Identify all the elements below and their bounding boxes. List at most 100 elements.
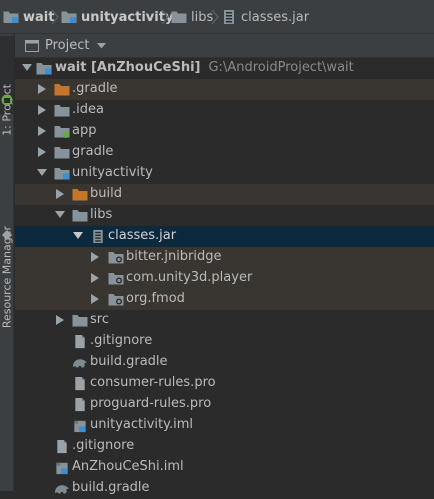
package-icon (108, 292, 124, 307)
tree-item-label: .gitignore (90, 333, 153, 348)
breadcrumb: wait unityactivity libs classes.jar (0, 0, 434, 34)
breadcrumb-item-unityactivity[interactable]: unityactivity (61, 0, 173, 34)
iml-icon (72, 418, 88, 433)
iml-icon (54, 460, 70, 475)
tree-item-label: unityactivity.iml (90, 417, 193, 432)
expanded-arrow-icon[interactable] (55, 211, 65, 219)
tree-row-gradle[interactable]: gradle (15, 142, 434, 163)
tree-row-anzhouceshi-iml[interactable]: AnZhouCeShi.iml (15, 457, 434, 478)
tree-row-gitignore-root[interactable]: .gitignore (15, 436, 434, 457)
file-icon (72, 397, 88, 412)
tree-item-label: AnZhouCeShi.iml (72, 459, 184, 474)
tree-row-app[interactable]: app (15, 121, 434, 142)
chevron-right-icon (211, 9, 219, 25)
resource-manager-tab[interactable]: Resource Manager (0, 128, 14, 328)
collapsed-arrow-icon[interactable] (38, 126, 46, 136)
tree-row-consumer-rules[interactable]: consumer-rules.pro (15, 373, 434, 394)
collapsed-arrow-icon[interactable] (38, 84, 46, 94)
breadcrumb-label: unityactivity (81, 9, 174, 25)
tree-item-label: bitter.jnibridge (126, 249, 222, 264)
tree-row-libs[interactable]: libs (15, 205, 434, 226)
tree-row-build-gradle-root[interactable]: build.gradle (15, 478, 434, 499)
tree-item-label: libs (90, 207, 113, 222)
folder-icon (72, 313, 88, 328)
package-icon (108, 271, 124, 286)
tree-row-root[interactable]: wait [AnZhouCeShi] G:\AndroidProject\wait (15, 58, 434, 79)
folder-icon (54, 145, 70, 160)
tree-row-org-fmod[interactable]: org.fmod (15, 289, 434, 310)
folder-orange-icon (72, 187, 88, 202)
tree-row-src[interactable]: src (15, 310, 434, 331)
tree-item-label: org.fmod (126, 291, 185, 306)
gradle-icon (72, 355, 88, 370)
file-icon (54, 439, 70, 454)
tree-row-proguard-rules[interactable]: proguard-rules.pro (15, 394, 434, 415)
folder-icon (72, 208, 88, 223)
tree-item-label: build.gradle (90, 354, 168, 369)
tree-root-label: wait [AnZhouCeShi] G:\AndroidProject\wait (55, 60, 354, 75)
tree-row-build-gradle-module[interactable]: build.gradle (15, 352, 434, 373)
file-icon (72, 376, 88, 391)
android-icon (1, 94, 13, 106)
project-panel-header: Project (15, 34, 434, 58)
tree-item-label: proguard-rules.pro (90, 396, 212, 411)
chevron-right-icon (51, 9, 59, 25)
module-folder-icon (36, 61, 52, 76)
tree-item-label: com.unity3d.player (126, 270, 253, 285)
breadcrumb-item-classes-jar[interactable]: classes.jar (221, 0, 309, 34)
folder-icon (171, 10, 187, 24)
tree-row-unityactivity[interactable]: unityactivity (15, 163, 434, 184)
tree-row-gitignore-module[interactable]: .gitignore (15, 331, 434, 352)
tree-item-label: build (90, 186, 122, 201)
collapsed-arrow-icon[interactable] (56, 315, 64, 325)
tree-item-label: src (90, 312, 109, 327)
jar-icon (221, 9, 237, 25)
collapsed-arrow-icon[interactable] (38, 147, 46, 157)
collapsed-arrow-icon[interactable] (91, 252, 99, 262)
breadcrumb-item-libs[interactable]: libs (171, 0, 213, 34)
breadcrumb-label: wait (23, 9, 55, 25)
tree-row-unityactivity-iml[interactable]: unityactivity.iml (15, 415, 434, 436)
tree-row-gradle-cache[interactable]: .gradle (15, 79, 434, 100)
tree-item-label: .gradle (72, 81, 118, 96)
gradle-icon (54, 481, 70, 496)
expanded-arrow-icon[interactable] (73, 232, 83, 240)
module-folder-icon (54, 124, 70, 139)
collapsed-arrow-icon[interactable] (38, 105, 46, 115)
file-icon (72, 334, 88, 349)
breadcrumb-item-wait[interactable]: wait (3, 0, 54, 34)
tree-item-label: classes.jar (108, 228, 177, 243)
tree-item-label: unityactivity (72, 165, 153, 180)
tree-row-com-unity3d-player[interactable]: com.unity3d.player (15, 268, 434, 289)
expanded-arrow-icon[interactable] (37, 169, 47, 177)
resource-manager-label: Resource Manager (0, 226, 14, 329)
tree-row-bitter-jnibridge[interactable]: bitter.jnibridge (15, 247, 434, 268)
package-icon (108, 250, 124, 265)
tree-item-label: consumer-rules.pro (90, 375, 216, 390)
caret-down-icon[interactable] (97, 42, 107, 49)
breadcrumb-label: libs (191, 9, 214, 25)
resource-manager-icon (2, 230, 12, 240)
tree-root-path: G:\AndroidProject\wait (208, 60, 354, 75)
collapsed-arrow-icon[interactable] (91, 273, 99, 283)
tree-row-build[interactable]: build (15, 184, 434, 205)
expanded-arrow-icon[interactable] (22, 64, 32, 72)
folder-orange-icon (54, 82, 70, 97)
folder-icon (54, 103, 70, 118)
tree-item-label: gradle (72, 144, 114, 159)
breadcrumb-label: classes.jar (241, 9, 310, 25)
project-view-selector[interactable]: Project (45, 38, 89, 53)
tree-item-label: .gitignore (72, 438, 135, 453)
collapsed-arrow-icon[interactable] (91, 294, 99, 304)
project-tool-tab[interactable]: 1: Project (0, 36, 14, 136)
module-folder-icon (61, 10, 77, 24)
tree-row-idea[interactable]: .idea (15, 100, 434, 121)
tree-row-classes-jar[interactable]: classes.jar (15, 226, 434, 247)
project-view-icon (25, 39, 39, 52)
tool-window-strip: 1: Project Resource Manager (0, 34, 14, 491)
collapsed-arrow-icon[interactable] (56, 189, 64, 199)
tree-item-label: .idea (72, 102, 104, 117)
module-folder-icon (3, 10, 19, 24)
project-tree: wait [AnZhouCeShi] G:\AndroidProject\wait… (15, 58, 434, 495)
jar-icon (90, 229, 106, 244)
